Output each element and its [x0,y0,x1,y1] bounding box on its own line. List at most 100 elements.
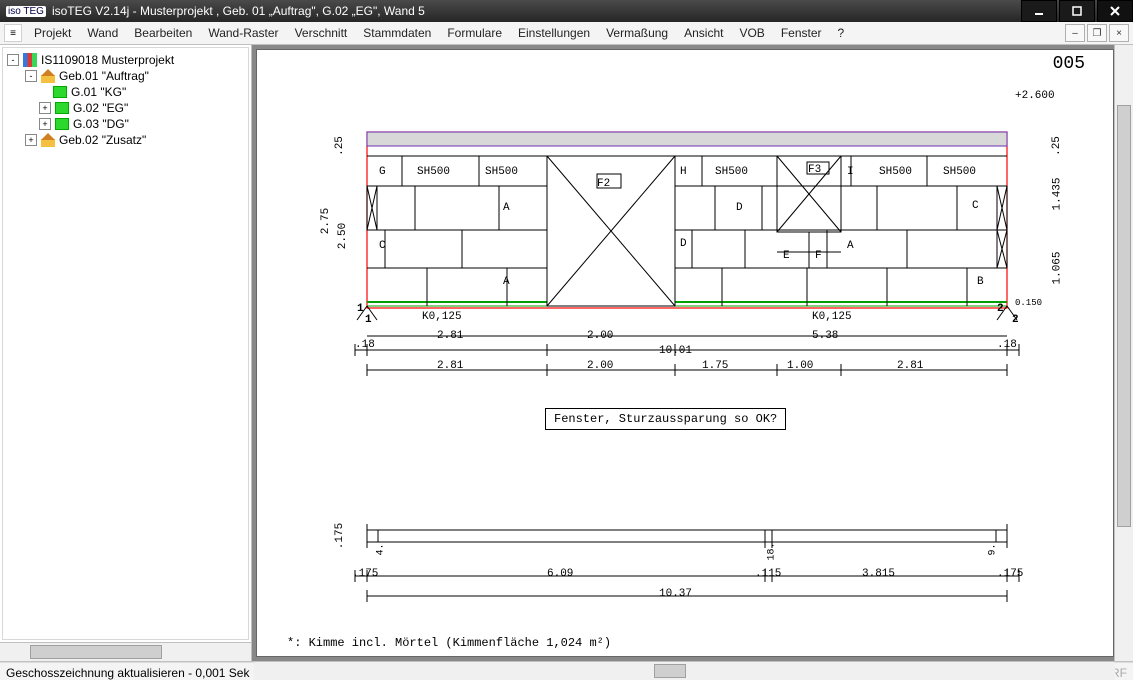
tree-floor[interactable]: + G.03 "DG" [7,116,244,132]
tree-root-label: IS1109018 Musterprojekt [41,53,174,67]
window-title: isoTEG V2.14j - Musterprojekt , Geb. 01 … [52,4,425,18]
plan-inner-c: 9. [988,543,999,555]
canvas-wrap: 005 [252,45,1133,661]
dim1-sum: 10.01 [659,345,692,357]
project-icon [23,53,37,67]
dim2-e: 2.81 [897,360,923,372]
menu-help[interactable]: ? [830,24,853,42]
lbl-C: C [972,200,979,212]
app-icon: iso TEG [6,6,46,17]
titlebar: iso TEG isoTEG V2.14j - Musterprojekt , … [0,0,1133,22]
dim1-e: .18 [997,339,1017,351]
menu-einstellungen[interactable]: Einstellungen [510,24,598,42]
dim-right-top: .25 [1051,136,1063,156]
scrollbar-thumb[interactable] [654,664,686,678]
lbl-H: H [680,166,687,178]
lbl-G: G [379,166,386,178]
plan-inner-b: 18. [767,542,778,560]
menu-wand[interactable]: Wand [79,24,126,42]
plan-dim-e: .175 [997,568,1023,580]
lbl-F: F [815,250,822,262]
lbl-SH500: SH500 [879,166,912,178]
mdi-restore-button[interactable]: ❐ [1087,24,1107,42]
dim-left-span: 2.75 [320,208,332,234]
tree-floor[interactable]: + G.02 "EG" [7,100,244,116]
close-button[interactable] [1097,0,1133,22]
lbl-K-right: K0,125 [812,311,852,323]
lbl-C: C [379,240,386,252]
menu-bearbeiten[interactable]: Bearbeiten [126,24,200,42]
tree-building[interactable]: + Geb.02 "Zusatz" [7,132,244,148]
plan-dim-sum: 10.37 [659,588,692,600]
mdi-close-button[interactable]: × [1109,24,1129,42]
lbl-SH500: SH500 [417,166,450,178]
menu-fenster[interactable]: Fenster [773,24,830,42]
dim2-c: 1.75 [702,360,728,372]
lbl-F3: F3 [808,164,821,176]
wall-elevation-svg [267,80,1107,380]
expand-icon[interactable]: + [39,118,51,130]
tree-label: Geb.01 "Auftrag" [59,69,149,83]
dim2-d: 1.00 [787,360,813,372]
axis-right-top: 2 [997,303,1004,315]
menu-ansicht[interactable]: Ansicht [676,24,731,42]
dim-left-top: .25 [334,136,346,156]
dim-right-base: 0.150 [1015,298,1042,308]
tree-label: G.01 "KG" [71,85,126,99]
tree-root[interactable]: - IS1109018 Musterprojekt [7,52,244,68]
axis-left-bottom: 1 [365,314,372,326]
minimize-button[interactable] [1021,0,1057,22]
tree-building[interactable]: - Geb.01 "Auftrag" [7,68,244,84]
tree-floor[interactable]: G.01 "KG" [7,84,244,100]
menu-formulare[interactable]: Formulare [439,24,510,42]
lbl-I: I [847,166,854,178]
dim-right-mid2: 1.065 [1052,251,1064,284]
maximize-button[interactable] [1059,0,1095,22]
elev-top-right: +2.600 [1015,90,1055,102]
main-area: - IS1109018 Musterprojekt - Geb.01 "Auft… [0,45,1133,662]
drawing-footnote: *: Kimme incl. Mörtel (Kimmenfläche 1,02… [287,636,611,650]
menu-wand-raster[interactable]: Wand-Raster [200,24,286,42]
canvas-vscrollbar[interactable] [1114,45,1133,661]
plan-dim-a: .175 [352,568,378,580]
plan-dim-d: 3.815 [862,568,895,580]
sidebar-hscrollbar[interactable] [0,642,251,661]
page-number: 005 [1053,54,1085,74]
menu-verschnitt[interactable]: Verschnitt [287,24,356,42]
mdi-minimize-button[interactable]: – [1065,24,1085,42]
app-menu-icon[interactable]: ≡ [4,24,22,42]
dim-right-mid1: 1.435 [1052,177,1064,210]
sidebar: - IS1109018 Musterprojekt - Geb.01 "Auft… [0,45,252,661]
lbl-B: B [977,276,984,288]
menu-projekt[interactable]: Projekt [26,24,79,42]
plan-svg [267,490,1107,620]
dim1-d: 5.38 [812,330,838,342]
drawing-canvas[interactable]: 005 [256,49,1114,657]
lbl-E: E [783,250,790,262]
scrollbar-thumb[interactable] [1117,105,1131,527]
lbl-SH500: SH500 [715,166,748,178]
plan-left-h: .175 [334,523,346,549]
menu-vob[interactable]: VOB [731,24,772,42]
expand-icon[interactable]: + [25,134,37,146]
expand-icon[interactable]: - [7,54,19,66]
drawing-note: Fenster, Sturzaussparung so OK? [545,408,786,430]
dim-left-mid: 2.50 [337,223,349,249]
scrollbar-thumb[interactable] [30,645,162,659]
menu-vermassung[interactable]: Vermaßung [598,24,676,42]
plan-inner-a: 4. [376,543,387,555]
lbl-SH500: SH500 [943,166,976,178]
expand-icon[interactable]: - [25,70,37,82]
tree-label: Geb.02 "Zusatz" [59,133,146,147]
lbl-A: A [503,202,510,214]
expand-icon[interactable]: + [39,102,51,114]
canvas-hscrollbar[interactable] [254,661,1115,680]
project-tree[interactable]: - IS1109018 Musterprojekt - Geb.01 "Auft… [2,47,249,640]
dim1-b: 2.81 [437,330,463,342]
floor-icon [55,102,69,114]
dim2-a: 2.81 [437,360,463,372]
floor-icon [53,86,67,98]
tree-label: G.03 "DG" [73,117,129,131]
menu-stammdaten[interactable]: Stammdaten [355,24,439,42]
status-left: Geschosszeichnung aktualisieren - 0,001 … [6,666,249,680]
